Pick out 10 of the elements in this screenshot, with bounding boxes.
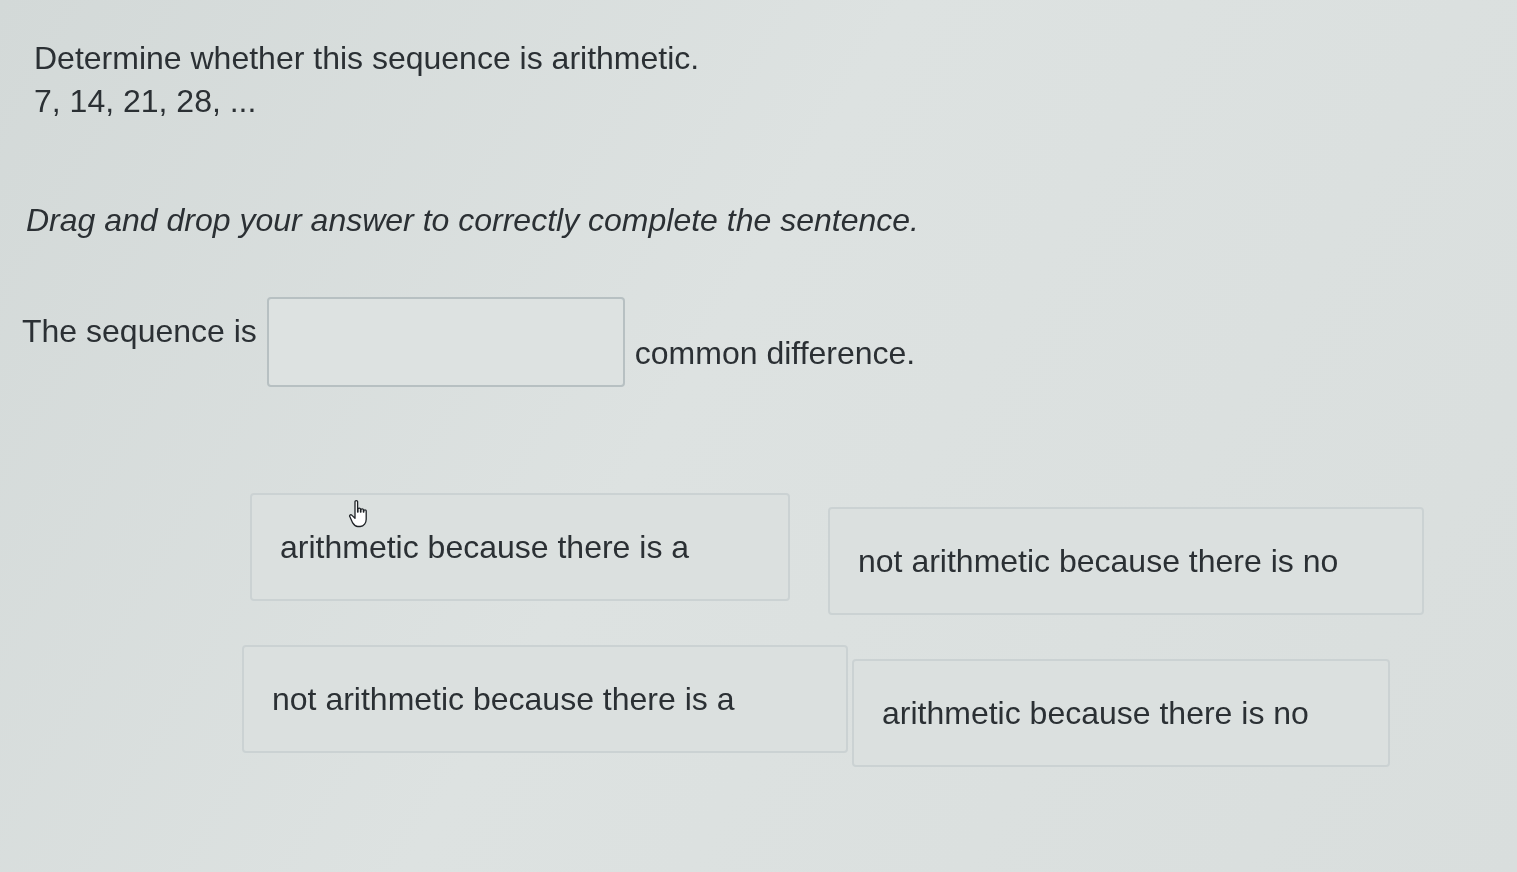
answer-tile[interactable]: arithmetic because there is a <box>250 493 790 601</box>
answer-box[interactable] <box>266 297 625 387</box>
sentence-text: common difference. <box>634 334 916 372</box>
answer-tile[interactable]: not arithmetic because there is no <box>828 507 1424 615</box>
answer-tile[interactable]: arithmetic because there is no <box>852 659 1390 767</box>
answer-tile[interactable]: not arithmetic because there is a <box>242 645 848 753</box>
question-text: Determine whether this sequence is arithmetic. <box>34 40 700 77</box>
sentence-text: The sequence is <box>22 312 257 350</box>
instruction-text: Drag and drop your answer to correctly complete the sentence. <box>25 202 919 239</box>
sequence-text: 7, 14, 21, 28, ... <box>34 83 257 120</box>
